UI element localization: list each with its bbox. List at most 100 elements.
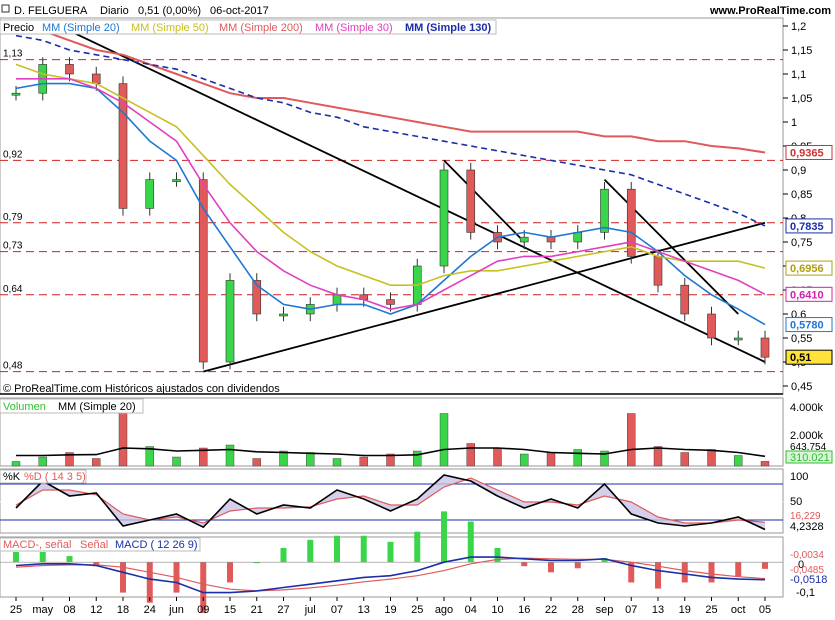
- quote-label: 0,51 (0,00%): [138, 5, 201, 17]
- period-label: Diario: [100, 5, 129, 17]
- volume-last-value: 310.021: [790, 452, 830, 464]
- macd-hist-bar: [735, 562, 742, 577]
- stoch-k-value: 4,2328: [790, 521, 824, 533]
- price-axis: 1,21,151,11,0510,950,90,850,80,750,70,65…: [783, 21, 812, 393]
- x-tick-label: ago: [435, 604, 453, 616]
- x-tick-label: 28: [572, 604, 584, 616]
- price-tick-label: 0,75: [791, 237, 812, 249]
- volume-bar: [225, 444, 235, 467]
- candle-body: [91, 73, 101, 84]
- support-label: 0,48: [3, 361, 23, 372]
- macd-hist-bar: [521, 562, 528, 567]
- x-tick-label: 24: [144, 604, 156, 616]
- volume-legend: Volumen MM (Simple 20): [0, 398, 144, 414]
- macd-hist-bar: [681, 562, 688, 583]
- x-tick-label: sep: [596, 604, 614, 616]
- last-value-text: 0,7835: [790, 221, 824, 233]
- x-tick-label: 18: [117, 604, 129, 616]
- macd-hist-bar: [360, 535, 367, 563]
- x-tick-label: 25: [705, 604, 717, 616]
- stoch-d-legend[interactable]: %D ( 14 3 5): [24, 471, 86, 483]
- price-legend: Precio MM (Simple 20) MM (Simple 50) MM …: [0, 19, 497, 35]
- volume-bar: [546, 452, 556, 467]
- x-tick-label: 05: [759, 604, 771, 616]
- macd-hist-bar: [307, 539, 314, 563]
- volume-ma-legend[interactable]: MM (Simple 20): [58, 401, 136, 413]
- volume-bar: [306, 452, 315, 467]
- volume-bar: [439, 413, 449, 467]
- legend-ma130[interactable]: MM (Simple 130): [405, 22, 492, 34]
- x-tick-label: jun: [168, 604, 184, 616]
- macd-legend[interactable]: MACD ( 12 26 9): [115, 539, 198, 551]
- candle-body: [65, 64, 74, 75]
- price-panel-frame[interactable]: [0, 17, 784, 395]
- volume-tick-mid: 2.000k: [790, 430, 824, 442]
- price-tick-label: 1,1: [791, 69, 806, 81]
- x-tick-label: jul: [304, 604, 316, 616]
- candle-body: [386, 299, 395, 305]
- window-icon[interactable]: [1, 4, 10, 13]
- volume-bar: [413, 450, 422, 467]
- volume-bar: [760, 461, 770, 467]
- candle-body: [707, 313, 716, 339]
- price-tick-label: 0,9: [791, 165, 806, 177]
- support-label: 0,64: [3, 284, 23, 295]
- candle-body: [519, 236, 529, 243]
- x-tick-label: 10: [491, 604, 503, 616]
- x-tick-label: may: [32, 604, 53, 616]
- legend-ma200[interactable]: MM (Simple 200): [219, 22, 303, 34]
- x-tick-label: 16: [518, 604, 530, 616]
- x-tick-label: oct: [731, 604, 746, 616]
- candle-body: [145, 179, 155, 209]
- x-tick-label: 21: [251, 604, 263, 616]
- macd-hist-bar: [146, 562, 153, 603]
- volume-bar: [38, 456, 47, 467]
- last-value-text: 0,6410: [790, 289, 824, 301]
- legend-ma50[interactable]: MM (Simple 50): [131, 22, 209, 34]
- copyright-footer: © ProRealTime.com Históricos ajustados c…: [3, 383, 280, 395]
- macd-signal-legend[interactable]: Señal: [80, 539, 108, 551]
- volume-bar: [493, 447, 502, 467]
- price-tick-label: 0,45: [791, 381, 812, 393]
- legend-ma30[interactable]: MM (Simple 30): [315, 22, 393, 34]
- volume-tick-top: 4.000k: [790, 402, 824, 414]
- support-label: 0,73: [3, 241, 23, 252]
- symbol-title: D. FELGUERA: [14, 5, 88, 17]
- x-tick-label: 25: [10, 604, 22, 616]
- last-value-text: 0,9365: [790, 147, 824, 159]
- support-label: 1,13: [3, 49, 23, 60]
- x-tick-label: 04: [465, 604, 477, 616]
- x-tick-label: 27: [277, 604, 289, 616]
- volume-bar: [252, 458, 261, 467]
- volume-bar: [734, 455, 743, 467]
- candle-body: [600, 188, 609, 233]
- volume-bar: [92, 458, 101, 467]
- macd-hist-bar: [334, 535, 340, 563]
- x-tick-label: 12: [90, 604, 102, 616]
- support-label: 0,92: [3, 149, 23, 160]
- x-tick-label: 19: [679, 604, 691, 616]
- candle-body: [680, 284, 690, 315]
- macd-hist-bar: [66, 556, 73, 563]
- macd-hist-bar: [280, 547, 287, 563]
- macd-hist-bar: [574, 562, 581, 569]
- volume-bar: [466, 443, 475, 467]
- stoch-tick-100: 100: [790, 471, 808, 483]
- last-value-text: 0,6956: [790, 263, 824, 275]
- volume-bar: [573, 449, 582, 467]
- legend-ma20[interactable]: MM (Simple 20): [42, 22, 120, 34]
- x-tick-label: 19: [384, 604, 396, 616]
- volume-bar: [332, 458, 342, 467]
- last-value-text: 0,51: [790, 352, 811, 364]
- macd-hist-bar: [548, 562, 554, 573]
- x-tick-label: 07: [331, 604, 343, 616]
- candle-body: [279, 313, 288, 317]
- stochastic-legend: %K %D ( 14 3 5): [0, 469, 87, 484]
- header: D. FELGUERA Diario 0,51 (0,00%) 06-oct-2…: [0, 0, 835, 18]
- x-tick-label: 07: [625, 604, 637, 616]
- candle-body: [733, 337, 743, 341]
- x-axis: 25 may 08 12 18 24 jun 09 15 21 27 jul 07 13 19 25 ago 04…: [10, 597, 771, 616]
- macd-hist-bar: [39, 552, 46, 563]
- price-tick-label: 1,2: [791, 21, 806, 33]
- volume-bar: [118, 411, 128, 467]
